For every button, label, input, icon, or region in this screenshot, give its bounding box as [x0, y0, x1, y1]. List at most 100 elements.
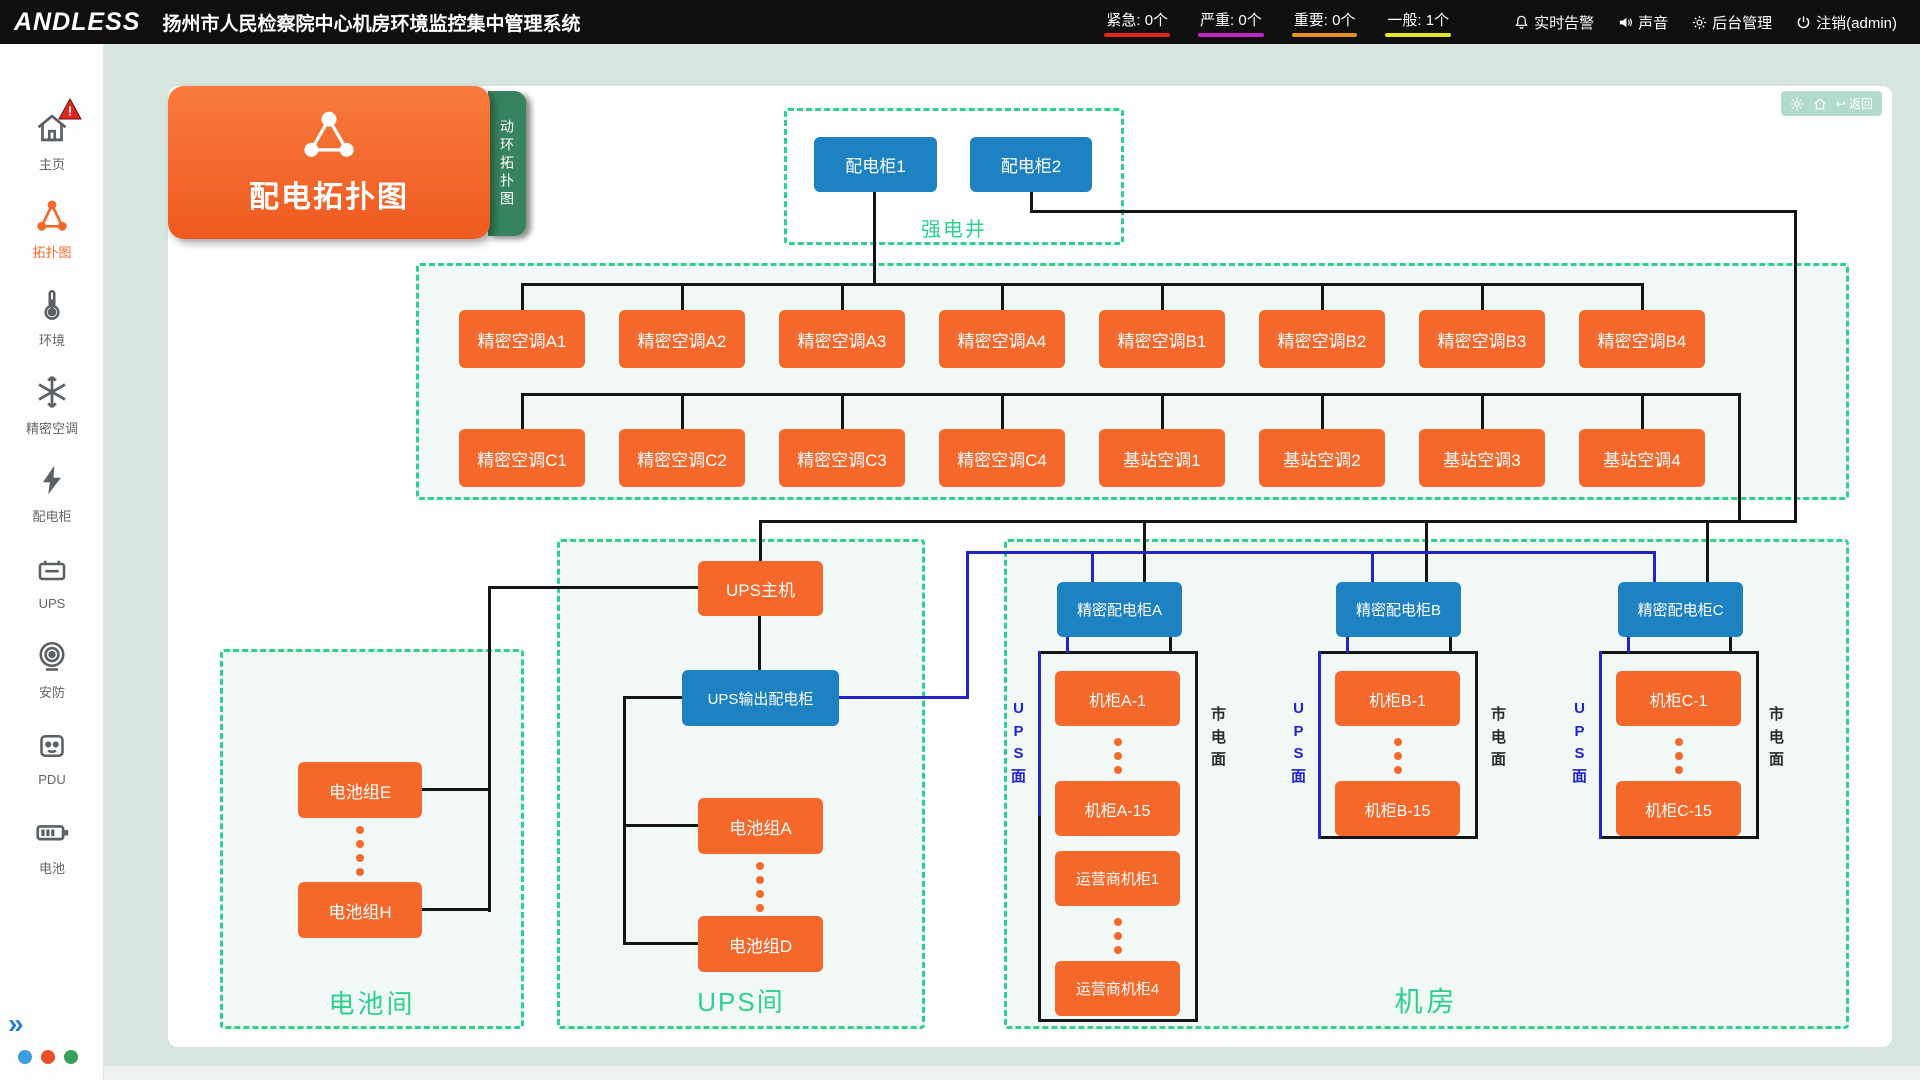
alarm-counter-severe[interactable]: 严重: 0个 — [1198, 5, 1264, 39]
node-rack-c1[interactable]: 机柜C-1 — [1616, 671, 1741, 726]
node-battery-h[interactable]: 电池组H — [298, 882, 422, 938]
alarm-counters: 紧急: 0个 严重: 0个 重要: 0个 一般: 1个 — [1104, 5, 1451, 39]
pdu-icon — [32, 726, 72, 766]
connector — [1321, 283, 1324, 310]
node-ac-c4[interactable]: 精密空调C4 — [939, 429, 1065, 487]
sidebar-item-battery[interactable]: 电池 — [0, 800, 104, 888]
connector — [759, 520, 762, 561]
sidebar-item-home[interactable]: ! 主页 — [0, 96, 104, 184]
sidebar-item-distribution-cabinet[interactable]: 配电柜 — [0, 448, 104, 536]
node-ac-c3[interactable]: 精密空调C3 — [779, 429, 905, 487]
top-bar: ANDLESS 扬州市人民检察院中心机房环境监控集中管理系统 紧急: 0个 严重… — [0, 0, 1920, 44]
node-ac-a3[interactable]: 精密空调A3 — [779, 310, 905, 368]
node-precision-pdc-a[interactable]: 精密配电柜A — [1057, 582, 1182, 637]
node-ac-c1[interactable]: 精密空调C1 — [459, 429, 585, 487]
connector — [1641, 393, 1644, 429]
sidebar-item-pdu[interactable]: PDU — [0, 712, 104, 800]
svg-text:!: ! — [68, 103, 72, 118]
node-rack-c15[interactable]: 机柜C-15 — [1616, 781, 1741, 836]
node-battery-d[interactable]: 电池组D — [698, 916, 823, 972]
alarm-label: 重要: — [1294, 12, 1328, 29]
alarm-count: 0个 — [1332, 12, 1355, 29]
node-rack-b1[interactable]: 机柜B-1 — [1335, 671, 1460, 726]
node-base-ac-1[interactable]: 基站空调1 — [1099, 429, 1225, 487]
back-button[interactable]: ↩ 返回 — [1836, 95, 1873, 112]
ups-connector — [1627, 637, 1630, 653]
thermometer-icon — [32, 284, 72, 324]
ups-icon — [32, 550, 72, 590]
connector — [1161, 393, 1164, 429]
node-precision-pdc-b[interactable]: 精密配电柜B — [1336, 582, 1461, 637]
node-ac-a2[interactable]: 精密空调A2 — [619, 310, 745, 368]
alarm-counter-urgent[interactable]: 紧急: 0个 — [1104, 5, 1170, 39]
connector — [1001, 393, 1004, 429]
node-operator-rack-1[interactable]: 运营商机柜1 — [1055, 851, 1180, 906]
connector — [1481, 283, 1484, 310]
menu-logout[interactable]: 注销(admin) — [1787, 7, 1906, 38]
connector — [1321, 393, 1324, 429]
blue-dot[interactable] — [18, 1050, 32, 1064]
settings-icon[interactable] — [1790, 97, 1804, 111]
topology-icon — [32, 196, 72, 236]
node-ups-output-cabinet[interactable]: UPS输出配电柜 — [682, 670, 839, 726]
node-battery-e[interactable]: 电池组E — [298, 762, 422, 818]
ellipsis-dots — [356, 826, 364, 876]
connector — [623, 696, 682, 699]
connector — [681, 393, 684, 429]
sidebar-item-topology[interactable]: 拓扑图 — [0, 184, 104, 272]
connector — [1481, 393, 1484, 429]
sidebar-expand-chevron[interactable]: » — [8, 1010, 24, 1038]
node-ups-host[interactable]: UPS主机 — [698, 561, 823, 616]
home-icon: ! — [32, 108, 72, 148]
menu-label: 后台管理 — [1712, 12, 1772, 33]
ups-rail — [1599, 651, 1602, 839]
node-base-ac-3[interactable]: 基站空调3 — [1419, 429, 1545, 487]
home-icon[interactable] — [1813, 97, 1827, 111]
node-dist-cabinet-2[interactable]: 配电柜2 — [970, 137, 1092, 192]
panel-toolbar: ↩ 返回 — [1781, 91, 1882, 116]
node-rack-a1[interactable]: 机柜A-1 — [1055, 671, 1180, 726]
ellipsis-dots — [1394, 738, 1402, 774]
green-dot[interactable] — [64, 1050, 78, 1064]
menu-realtime-alarm[interactable]: 实时告警 — [1505, 7, 1603, 38]
sidebar-item-label: 精密空调 — [26, 418, 78, 437]
topology-tab[interactable]: 动环拓扑图 — [488, 91, 526, 236]
node-ac-b1[interactable]: 精密空调B1 — [1099, 310, 1225, 368]
node-precision-pdc-c[interactable]: 精密配电柜C — [1618, 582, 1743, 637]
node-ac-a1[interactable]: 精密空调A1 — [459, 310, 585, 368]
node-ac-b3[interactable]: 精密空调B3 — [1419, 310, 1545, 368]
alarm-counter-major[interactable]: 重要: 0个 — [1292, 5, 1358, 39]
connector — [1706, 520, 1709, 582]
node-rack-b15[interactable]: 机柜B-15 — [1335, 781, 1460, 836]
ups-connector — [1371, 551, 1374, 582]
node-dist-cabinet-1[interactable]: 配电柜1 — [814, 137, 937, 192]
menu-sound[interactable]: 声音 — [1609, 7, 1677, 38]
ups-connector — [1066, 637, 1069, 653]
node-base-ac-2[interactable]: 基站空调2 — [1259, 429, 1385, 487]
sidebar-item-security[interactable]: 安防 — [0, 624, 104, 712]
sidebar-item-ups[interactable]: UPS — [0, 536, 104, 624]
connector — [521, 393, 1741, 396]
snowflake-icon — [32, 372, 72, 412]
sidebar-item-label: UPS — [39, 596, 66, 611]
sidebar-item-environment[interactable]: 环境 — [0, 272, 104, 360]
node-base-ac-4[interactable]: 基站空调4 — [1579, 429, 1705, 487]
sidebar-item-label: 电池 — [39, 858, 65, 877]
zone-battery-room-label: 电池间 — [220, 984, 524, 1021]
node-ac-b4[interactable]: 精密空调B4 — [1579, 310, 1705, 368]
node-ac-a4[interactable]: 精密空调A4 — [939, 310, 1065, 368]
topology-logo-icon — [297, 109, 361, 166]
alarm-label: 紧急: — [1106, 12, 1140, 29]
orange-dot[interactable] — [41, 1050, 55, 1064]
ellipsis-dots — [1114, 918, 1122, 954]
connector — [841, 393, 844, 429]
node-battery-a[interactable]: 电池组A — [698, 798, 823, 854]
sidebar-item-precision-ac[interactable]: 精密空调 — [0, 360, 104, 448]
node-rack-a15[interactable]: 机柜A-15 — [1055, 781, 1180, 836]
node-ac-b2[interactable]: 精密空调B2 — [1259, 310, 1385, 368]
menu-admin[interactable]: 后台管理 — [1683, 7, 1781, 38]
sidebar-item-label: 配电柜 — [32, 506, 71, 525]
alarm-counter-minor[interactable]: 一般: 1个 — [1385, 5, 1451, 39]
ups-rail — [1038, 651, 1041, 816]
node-ac-c2[interactable]: 精密空调C2 — [619, 429, 745, 487]
